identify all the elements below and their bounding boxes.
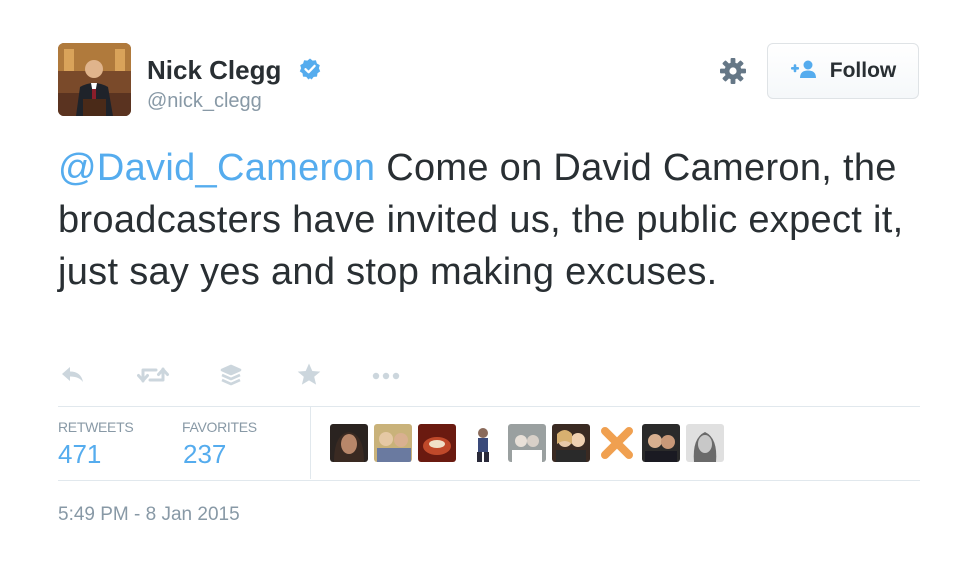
retweet-icon[interactable] (136, 360, 170, 390)
tweet-timestamp[interactable]: 5:49 PM - 8 Jan 2015 (58, 503, 240, 527)
reply-icon[interactable] (58, 360, 92, 390)
favoriter-avatar[interactable] (552, 424, 590, 462)
collection-icon[interactable] (216, 360, 250, 390)
favoriter-avatar[interactable] (374, 424, 412, 462)
user-name[interactable]: Nick Clegg (147, 54, 281, 86)
favorite-star-icon[interactable] (294, 360, 328, 390)
favorites-count[interactable]: 237 (183, 438, 226, 470)
favoriter-avatar[interactable] (464, 424, 502, 462)
follow-button-label: Follow (829, 59, 897, 82)
divider-top (58, 406, 920, 407)
divider-bottom (58, 480, 920, 481)
retweets-label: RETWEETS (58, 419, 134, 435)
favoriter-avatar[interactable] (598, 424, 636, 462)
stats-divider (310, 407, 311, 479)
follow-user-icon (790, 59, 820, 84)
favoriter-avatar[interactable] (686, 424, 724, 462)
verified-badge-icon (298, 57, 322, 81)
mention-link[interactable]: @David_Cameron (58, 147, 375, 189)
more-options-icon[interactable] (370, 360, 404, 390)
favoriter-avatar[interactable] (508, 424, 546, 462)
user-handle[interactable]: @nick_clegg (147, 89, 262, 113)
favorites-label: FAVORITES (182, 419, 257, 435)
favoriter-avatar[interactable] (418, 424, 456, 462)
follow-button[interactable]: Follow (767, 43, 919, 99)
retweets-count[interactable]: 471 (58, 438, 101, 470)
favoriter-avatar[interactable] (330, 424, 368, 462)
favoriter-avatar[interactable] (642, 424, 680, 462)
tweet-text: @David_Cameron Come on David Cameron, th… (58, 142, 938, 298)
gear-icon[interactable] (718, 56, 748, 86)
avatar[interactable] (58, 43, 131, 116)
